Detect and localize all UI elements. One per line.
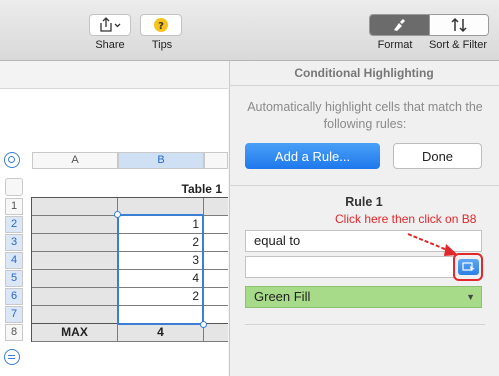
table-cell[interactable] [32,234,118,252]
tips-icon: ? [154,18,168,32]
table-cell[interactable] [32,198,118,216]
done-button[interactable]: Done [393,143,482,169]
rule-divider [245,324,485,325]
sort-icon [451,17,467,33]
row-header-5[interactable]: 5 [5,270,23,287]
share-label: Share [95,39,125,51]
table-cell[interactable] [204,270,228,288]
row-header-3[interactable]: 3 [5,234,23,251]
sort-filter-label: Sort & Filter [428,39,488,51]
table-cell[interactable] [32,306,118,324]
table-cell[interactable] [32,288,118,306]
highlight-style-select[interactable]: Green Fill ▼ [245,286,482,308]
row-header-7[interactable]: 7 [5,306,23,323]
share-icon [100,17,121,32]
table-cell[interactable] [204,198,228,216]
select-table-handle[interactable] [4,152,20,168]
tips-button[interactable]: ? [140,14,182,36]
table-cell[interactable] [204,252,228,270]
table-cell[interactable] [204,306,228,324]
panel-title: Conditional Highlighting [229,61,499,86]
highlight-style-label: Green Fill [254,289,311,304]
row-header-2[interactable]: 2 [5,216,23,233]
table-cell[interactable] [32,270,118,288]
chevron-down-icon: ▼ [466,292,475,302]
svg-text:?: ? [158,21,164,32]
panel-divider [229,185,499,186]
row-rail-top [5,178,23,196]
table-cell[interactable] [32,216,118,234]
column-header-c[interactable] [204,152,228,169]
rule-title: Rule 1 [345,195,383,209]
selection-handle-bottom[interactable] [200,321,207,328]
panel-description: Automatically highlight cells that match… [247,100,483,131]
selection-handle-top[interactable] [114,211,121,218]
footer-label-cell[interactable]: MAX [32,324,118,342]
format-label: Format [377,39,413,51]
share-button[interactable] [89,14,131,36]
table-title[interactable]: Table 1 [32,182,222,196]
row-header-4[interactable]: 4 [5,252,23,269]
table-cell[interactable] [204,288,228,306]
selection-range [117,214,204,325]
table-cell[interactable] [204,216,228,234]
column-header-a[interactable]: A [32,152,118,169]
annotation-arrow [407,233,458,256]
toolbar: Share ? Tips Format Sort & Filter [0,0,499,61]
row-header-8[interactable]: 8 [5,324,23,341]
tips-label: Tips [151,39,173,51]
row-header-1[interactable]: 1 [5,198,23,215]
format-sort-segmented-control [369,14,489,36]
format-button[interactable] [370,15,429,35]
footer-value-cell[interactable]: 4 [118,324,204,342]
paintbrush-icon [394,19,406,31]
add-rule-button[interactable]: Add a Rule... [245,143,380,169]
row-header-6[interactable]: 6 [5,288,23,305]
sort-filter-button[interactable] [428,15,488,35]
cell-reference-icon [461,262,475,272]
sheet-tab-bar [0,61,228,89]
table-cell[interactable] [204,324,228,342]
add-row-handle[interactable] [4,349,20,365]
table-cell[interactable] [32,252,118,270]
column-header-b[interactable]: B [118,152,204,169]
table-cell[interactable] [204,234,228,252]
